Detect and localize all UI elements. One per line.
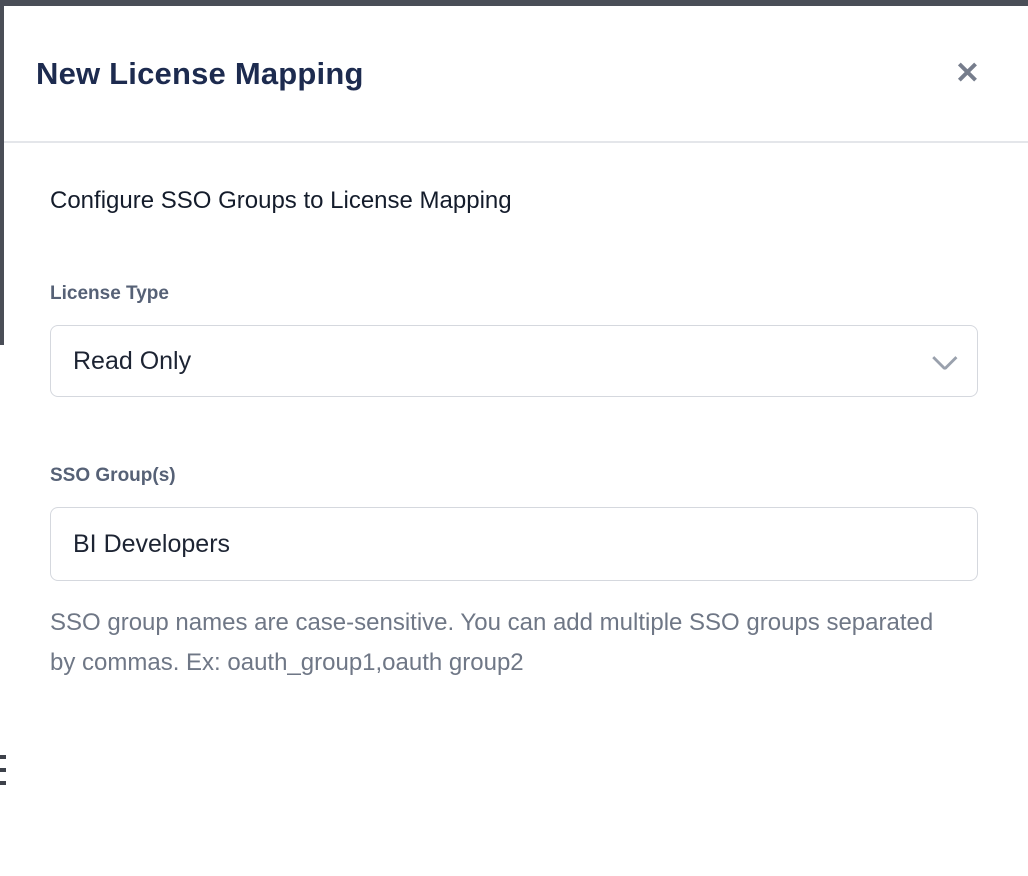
sso-groups-help-text: SSO group names are case-sensitive. You …: [50, 603, 950, 683]
license-type-label: License Type: [50, 283, 978, 305]
modal-title: New License Mapping: [36, 56, 364, 92]
sso-groups-field: SSO Group(s) SSO group names are case-se…: [50, 465, 978, 683]
license-type-field: License Type Read Only: [50, 283, 978, 397]
modal-subtitle: Configure SSO Groups to License Mapping: [50, 187, 978, 215]
background-page-list-icon: [0, 755, 6, 785]
sso-groups-label: SSO Group(s): [50, 465, 978, 487]
sso-groups-input[interactable]: [50, 507, 978, 581]
background-page-edge-top: [0, 0, 1028, 6]
new-license-mapping-modal: New License Mapping ✕ Configure SSO Grou…: [4, 6, 1028, 876]
license-type-selected-value: Read Only: [73, 347, 191, 376]
close-icon: ✕: [955, 57, 980, 90]
chevron-down-icon: [932, 345, 957, 370]
license-type-select[interactable]: Read Only: [50, 325, 978, 397]
modal-body: Configure SSO Groups to License Mapping …: [4, 187, 1028, 683]
close-button[interactable]: ✕: [951, 55, 984, 93]
modal-header: New License Mapping ✕: [4, 6, 1028, 143]
background-page-edge-left: [0, 0, 4, 345]
